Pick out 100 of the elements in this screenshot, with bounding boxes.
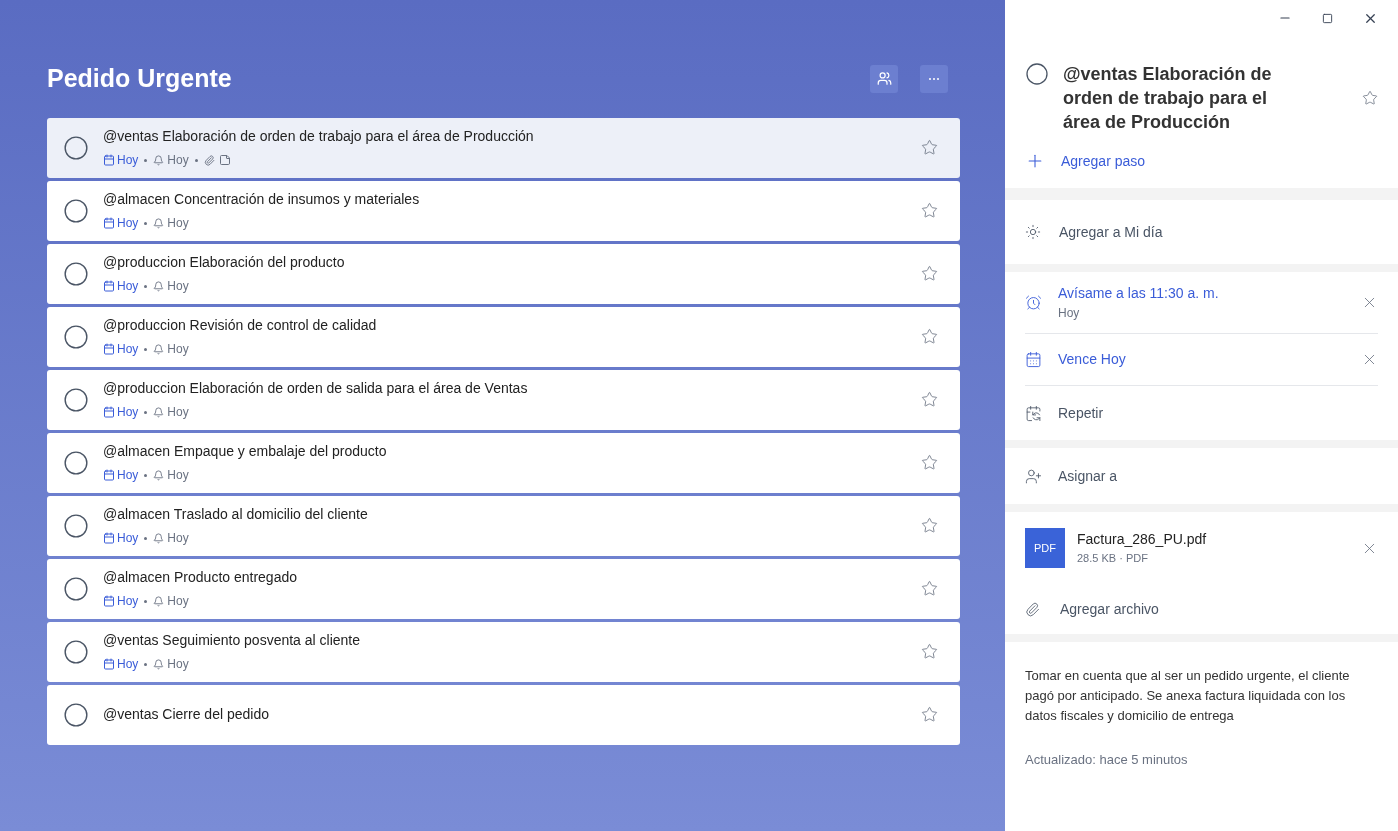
star-button[interactable] (1362, 90, 1378, 106)
updated-text: Actualizado: hace 5 minutos (1025, 751, 1189, 769)
complete-checkbox[interactable] (63, 260, 89, 287)
maximize-icon[interactable] (1322, 12, 1333, 24)
assign-button[interactable]: Asignar a (1025, 448, 1118, 504)
reminder-date: Hoy (167, 467, 189, 484)
star-button[interactable] (921, 517, 938, 534)
task-row[interactable]: @produccion Elaboración del producto Hoy Hoy (47, 243, 960, 304)
reminder-day: Hoy (1058, 304, 1361, 322)
due-date: Hoy (117, 656, 139, 673)
task-row[interactable]: @ventas Elaboración de orden de trabajo para el área de Producción Hoy Hoy (47, 117, 960, 178)
complete-checkbox[interactable] (63, 638, 89, 665)
task-title: @ventas Cierre del pedido (103, 705, 270, 724)
reminder-date: Hoy (167, 152, 189, 169)
complete-checkbox[interactable] (63, 512, 89, 539)
bell-icon (153, 469, 165, 481)
pdf-file-icon: PDF (1025, 528, 1065, 568)
calendar-icon (103, 406, 115, 418)
star-button[interactable] (921, 454, 938, 471)
due-label[interactable]: Vence Hoy (1058, 349, 1361, 370)
add-to-my-day-button[interactable]: Agregar a Mi día (1025, 200, 1163, 264)
reminder-date: Hoy (167, 530, 189, 547)
alarm-clock-icon (1025, 294, 1042, 311)
add-file-button[interactable]: Agregar archivo (1025, 584, 1159, 634)
star-button[interactable] (921, 139, 938, 156)
reminder-date: Hoy (167, 593, 189, 610)
due-date: Hoy (117, 152, 139, 169)
task-title: @produccion Elaboración de orden de salida para el área de Ventas (103, 379, 529, 398)
reminder-date: Hoy (167, 404, 189, 421)
reminder-label[interactable]: Avísame a las 11:30 a. m. (1058, 283, 1361, 304)
reminder-date: Hoy (167, 341, 189, 358)
due-date: Hoy (117, 404, 139, 421)
bell-icon (153, 532, 165, 544)
sun-icon (1025, 224, 1041, 240)
star-button[interactable] (921, 706, 938, 723)
task-row[interactable]: @almacen Traslado al domicilio del cliente Hoy Hoy (47, 495, 960, 556)
star-button[interactable] (921, 265, 938, 282)
bell-icon (153, 343, 165, 355)
list-title: Pedido Urgente (47, 63, 233, 94)
calendar-icon (103, 532, 115, 544)
bell-icon (153, 595, 165, 607)
star-button[interactable] (921, 391, 938, 408)
file-meta: 28.5 KB · PDF (1077, 551, 1149, 567)
task-title: @almacen Producto entregado (103, 568, 298, 587)
star-button[interactable] (921, 643, 938, 660)
complete-checkbox[interactable] (63, 449, 89, 476)
task-title: @ventas Elaboración de orden de trabajo para el área de Producción (103, 127, 535, 146)
bell-icon (153, 154, 165, 166)
complete-checkbox[interactable] (63, 197, 89, 224)
due-date: Hoy (117, 467, 139, 484)
calendar-icon (103, 217, 115, 229)
task-title: @produccion Elaboración del producto (103, 253, 346, 272)
calendar-icon (103, 658, 115, 670)
calendar-icon (103, 154, 115, 166)
complete-checkbox[interactable] (63, 323, 89, 350)
reminder-date: Hoy (167, 215, 189, 232)
task-row[interactable]: @ventas Seguimiento posventa al cliente Hoy Hoy (47, 621, 960, 682)
star-button[interactable] (921, 580, 938, 597)
add-step-button[interactable]: Agregar paso (1025, 134, 1146, 188)
task-row[interactable]: @produccion Revisión de control de calidad Hoy Hoy (47, 306, 960, 367)
complete-checkbox[interactable] (63, 134, 89, 161)
task-row[interactable]: @produccion Elaboración de orden de salida para el área de Ventas Hoy Hoy (47, 369, 960, 430)
task-row[interactable]: @ventas Cierre del pedido (47, 684, 960, 745)
due-date: Hoy (117, 341, 139, 358)
bell-icon (153, 280, 165, 292)
share-button[interactable] (870, 64, 898, 93)
bell-icon (153, 217, 165, 229)
task-title: @ventas Elaboración de orden de trabajo para el área de Producción (1063, 63, 1273, 134)
task-title: @ventas Seguimiento posventa al cliente (103, 631, 362, 650)
calendar-icon (103, 595, 115, 607)
note-text[interactable]: Tomar en cuenta que al ser un pedido urgente, el cliente pagó por anticipado. Se anexa factura liquidada con los datos fiscales y domicilio de entrega (1025, 666, 1365, 726)
calendar-icon (103, 469, 115, 481)
calendar-icon (103, 280, 115, 292)
calendar-icon (103, 343, 115, 355)
complete-checkbox[interactable] (63, 386, 89, 413)
star-button[interactable] (921, 328, 938, 345)
task-row[interactable]: @almacen Producto entregado Hoy Hoy (47, 558, 960, 619)
complete-checkbox[interactable] (63, 575, 89, 602)
task-title: @almacen Empaque y embalaje del producto (103, 442, 388, 461)
task-row[interactable]: @almacen Concentración de insumos y materiales Hoy Hoy (47, 180, 960, 241)
bell-icon (153, 406, 165, 418)
reminder-date: Hoy (167, 278, 189, 295)
task-title: @almacen Concentración de insumos y materiales (103, 190, 421, 209)
star-button[interactable] (921, 202, 938, 219)
repeat-calendar-icon (1025, 404, 1042, 422)
task-title: @almacen Traslado al domicilio del cliente (103, 505, 369, 524)
task-row[interactable]: @almacen Empaque y embalaje del producto Hoy Hoy (47, 432, 960, 493)
due-date: Hoy (117, 530, 139, 547)
paperclip-icon (1025, 601, 1040, 617)
repeat-button[interactable]: Repetir (1025, 386, 1104, 440)
person-icon (1025, 467, 1042, 485)
due-date: Hoy (117, 593, 139, 610)
task-title: @produccion Revisión de control de calidad (103, 316, 378, 335)
bell-icon (153, 658, 165, 670)
calendar-icon (1025, 351, 1042, 368)
due-date: Hoy (117, 278, 139, 295)
complete-checkbox[interactable] (63, 701, 89, 728)
file-name[interactable]: Factura_286_PU.pdf (1077, 529, 1361, 551)
due-date: Hoy (117, 215, 139, 232)
complete-checkbox[interactable] (1025, 62, 1049, 86)
